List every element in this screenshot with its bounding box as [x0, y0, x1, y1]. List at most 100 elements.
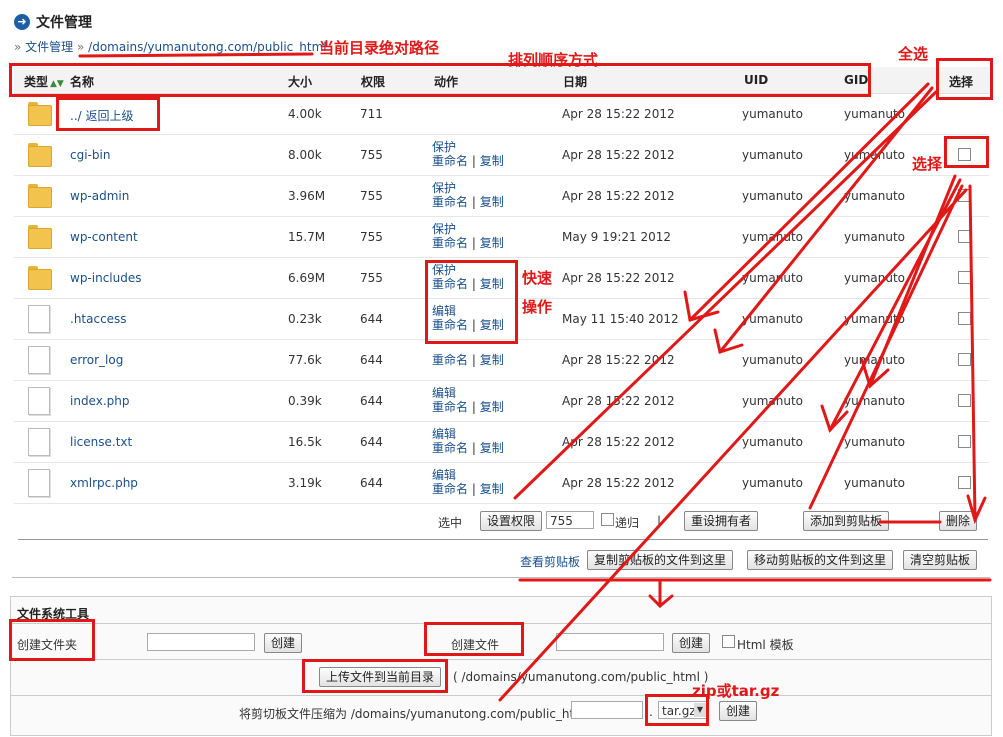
row-select-checkbox[interactable]: [958, 271, 971, 284]
create-file-button[interactable]: 创建: [672, 633, 711, 653]
divider: [11, 695, 991, 696]
create-folder-input[interactable]: [147, 633, 255, 651]
folder-icon: [28, 184, 52, 208]
action-link[interactable]: 复制: [480, 400, 504, 414]
compress-label: 将剪切板文件压缩为 /domains/yumanutong.com/public…: [239, 707, 590, 721]
file-perm[interactable]: 755: [360, 271, 383, 285]
file-gid: yumanuto: [844, 189, 906, 203]
action-link[interactable]: 编辑: [432, 468, 456, 482]
file-icon: [28, 346, 50, 374]
action-link[interactable]: 重命名: [432, 400, 468, 414]
row-actions: 编辑 重命名 | 复制: [432, 386, 504, 414]
file-perm[interactable]: 644: [360, 435, 383, 449]
action-link[interactable]: 重命名: [432, 195, 468, 209]
file-perm[interactable]: 644: [360, 312, 383, 326]
file-perm[interactable]: 755: [360, 230, 383, 244]
action-link[interactable]: 重命名: [432, 441, 468, 455]
action-link[interactable]: 编辑: [432, 386, 456, 400]
action-link[interactable]: 复制: [480, 195, 504, 209]
file-date: Apr 28 15:22 2012: [562, 435, 675, 449]
file-perm[interactable]: 755: [360, 148, 383, 162]
action-link[interactable]: 复制: [480, 441, 504, 455]
annotation-create-file-box: [424, 622, 524, 656]
panel-border: [12, 577, 990, 578]
file-perm[interactable]: 755: [360, 189, 383, 203]
delete-button[interactable]: 删除: [939, 511, 978, 531]
file-date: May 9 19:21 2012: [562, 230, 672, 244]
recursive-checkbox[interactable]: [601, 513, 614, 526]
row-select-checkbox[interactable]: [958, 312, 971, 325]
move-clipboard-here-button[interactable]: 移动剪贴板的文件到这里: [747, 550, 894, 570]
action-link[interactable]: 复制: [480, 236, 504, 250]
file-name-link[interactable]: xmlrpc.php: [70, 476, 138, 490]
permission-input[interactable]: 755: [546, 511, 594, 529]
action-link[interactable]: 编辑: [432, 427, 456, 441]
divider: [11, 659, 991, 660]
row-actions: 保护 重命名 | 复制: [432, 140, 504, 168]
action-link[interactable]: 重命名: [432, 154, 468, 168]
file-name-link[interactable]: license.txt: [70, 435, 132, 449]
file-gid: yumanuto: [844, 476, 906, 490]
row-select-checkbox[interactable]: [958, 476, 971, 489]
file-name-link[interactable]: .htaccess: [70, 312, 127, 326]
table-row: xmlrpc.php 3.19k 644 编辑 重命名 | 复制 Apr 28 15:22…: [14, 463, 989, 504]
action-link[interactable]: 复制: [480, 353, 504, 367]
set-permission-button[interactable]: 设置权限: [480, 511, 543, 531]
row-select-checkbox[interactable]: [958, 230, 971, 243]
file-icon: [28, 387, 50, 415]
create-folder-button[interactable]: 创建: [264, 633, 303, 653]
file-name-link[interactable]: wp-admin: [70, 189, 129, 203]
compress-name-input[interactable]: [571, 701, 643, 719]
annotation-select-all: 全选: [898, 45, 929, 63]
page-title-bar: ➜ 文件管理: [14, 12, 92, 32]
row-actions: 编辑 重命名 | 复制: [432, 427, 504, 455]
file-gid: yumanuto: [844, 271, 906, 285]
file-gid: yumanuto: [844, 312, 906, 326]
folder-icon: [28, 266, 52, 290]
action-link[interactable]: 重命名: [432, 236, 468, 250]
file-size: 0.23k: [288, 312, 322, 326]
file-uid: yumanuto: [742, 476, 804, 490]
action-link[interactable]: 重命名: [432, 353, 468, 367]
copy-clipboard-here-button[interactable]: 复制剪贴板的文件到这里: [587, 550, 734, 570]
row-select-checkbox[interactable]: [958, 435, 971, 448]
action-link[interactable]: 保护: [432, 181, 456, 195]
breadcrumb-path[interactable]: /domains/yumanutong.com/public_html: [88, 40, 326, 54]
html-template-checkbox[interactable]: [722, 635, 735, 648]
table-row: wp-admin 3.96M 755 保护 重命名 | 复制 Apr 28 15:22 2…: [14, 176, 989, 217]
action-link[interactable]: 复制: [480, 482, 504, 496]
row-select-checkbox[interactable]: [958, 394, 971, 407]
file-uid: yumanuto: [742, 435, 804, 449]
row-select-checkbox[interactable]: [958, 353, 971, 366]
action-link[interactable]: 保护: [432, 222, 456, 236]
file-perm[interactable]: 644: [360, 353, 383, 367]
table-row: license.txt 16.5k 644 编辑 重命名 | 复制 Apr 28 15:2…: [14, 422, 989, 463]
file-perm[interactable]: 711: [360, 107, 383, 121]
action-link[interactable]: 复制: [480, 154, 504, 168]
file-size: 4.00k: [288, 107, 322, 121]
reset-owner-button[interactable]: 重设拥有者: [684, 511, 759, 531]
file-name-link[interactable]: index.php: [70, 394, 129, 408]
breadcrumb-root[interactable]: 文件管理: [25, 40, 73, 54]
action-link[interactable]: 保护: [432, 140, 456, 154]
add-to-clipboard-button[interactable]: 添加到剪贴板: [803, 511, 890, 531]
annotation-header-box: [9, 63, 871, 97]
file-name-link[interactable]: cgi-bin: [70, 148, 110, 162]
annotation-create-folder-box: [9, 619, 95, 661]
divider-line: [18, 539, 988, 540]
breadcrumb: » 文件管理 » /domains/yumanutong.com/public_…: [14, 40, 327, 54]
file-name-link[interactable]: wp-includes: [70, 271, 142, 285]
row-actions: 编辑 重命名 | 复制: [432, 468, 504, 496]
view-clipboard-link[interactable]: 查看剪贴板: [520, 553, 580, 570]
file-name-link[interactable]: wp-content: [70, 230, 138, 244]
row-select-checkbox[interactable]: [958, 189, 971, 202]
file-name-link[interactable]: error_log: [70, 353, 123, 367]
file-date: Apr 28 15:22 2012: [562, 148, 675, 162]
create-file-input[interactable]: [556, 633, 664, 651]
annotation-quick-2: 操作: [522, 298, 553, 316]
file-perm[interactable]: 644: [360, 394, 383, 408]
action-link[interactable]: 重命名: [432, 482, 468, 496]
compress-create-button[interactable]: 创建: [719, 701, 758, 721]
clear-clipboard-button[interactable]: 清空剪贴板: [903, 550, 978, 570]
file-perm[interactable]: 644: [360, 476, 383, 490]
